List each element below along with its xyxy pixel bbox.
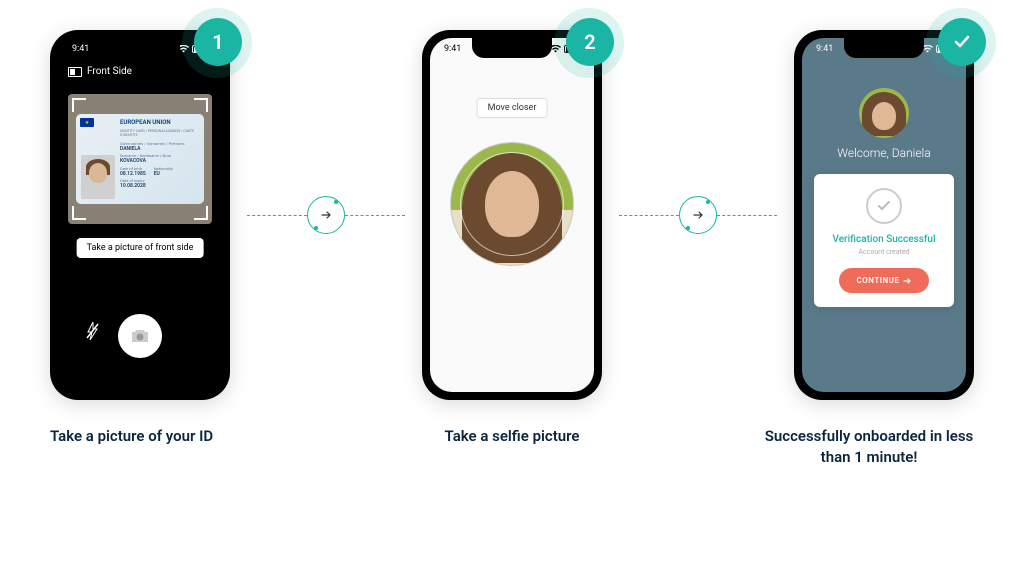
selfie-viewfinder	[450, 142, 574, 266]
arrow-icon	[679, 196, 717, 234]
frame-corner	[194, 206, 208, 220]
success-title: Verification Successful	[824, 234, 944, 245]
id-card-text: EUROPEAN UNION IDENTITY CARD / PERSONALA…	[120, 119, 199, 199]
selfie-tip: Move closer	[477, 98, 548, 118]
id-card: ★ EUROPEAN UNION IDENTITY CARD / PERSONA…	[76, 114, 204, 204]
welcome-text: Welcome, Daniela	[802, 146, 966, 160]
screen-success: 9:41 Welcome, Daniela Verification Succ	[802, 38, 966, 392]
flow-arrow	[619, 196, 777, 234]
step-badge-2: 2	[566, 18, 614, 66]
camera-icon	[130, 328, 150, 344]
instruction-label: Take a picture of front side	[77, 238, 204, 258]
shutter-button[interactable]	[118, 314, 162, 358]
capture-header: Front Side	[68, 66, 132, 77]
arrow-right-icon	[903, 277, 911, 285]
frame-corner	[194, 98, 208, 112]
caption-2: Take a selfie picture	[407, 426, 617, 468]
phone-mockup-1: 9:41 Front Side	[50, 30, 230, 400]
success-subtitle: Account created	[824, 248, 944, 256]
id-title: EUROPEAN UNION	[120, 119, 199, 127]
flash-toggle[interactable]	[86, 322, 100, 344]
step-badge-1: 1	[194, 18, 242, 66]
phone-notch	[472, 38, 552, 58]
captions-row: Take a picture of your ID Take a selfie …	[0, 400, 1024, 468]
step-2: 2 9:41 Move closer	[422, 30, 602, 400]
eu-flag-icon: ★	[80, 118, 94, 127]
check-icon	[951, 31, 973, 53]
success-check-icon	[866, 188, 902, 224]
phone-mockup-3: 9:41 Welcome, Daniela Verification Succ	[794, 30, 974, 400]
capture-side-label: Front Side	[87, 66, 132, 77]
step-badge-check	[938, 18, 986, 66]
phone-mockup-2: 9:41 Move closer	[422, 30, 602, 400]
user-avatar	[859, 88, 909, 138]
caption-3: Successfully onboarded in less than 1 mi…	[764, 426, 974, 468]
id-viewfinder: ★ EUROPEAN UNION IDENTITY CARD / PERSONA…	[68, 94, 212, 224]
frame-corner	[72, 98, 86, 112]
continue-button[interactable]: CONTINUE	[839, 268, 930, 293]
phone-notch	[100, 38, 180, 58]
status-time: 9:41	[816, 44, 833, 54]
status-time: 9:41	[444, 44, 461, 54]
step-1: 1 9:41 Front Side	[50, 30, 230, 400]
flow-arrow	[247, 196, 405, 234]
success-card: Verification Successful Account created …	[814, 174, 954, 307]
screen-selfie: 9:41 Move closer	[430, 38, 594, 392]
phone-notch	[844, 38, 924, 58]
card-icon	[68, 67, 82, 77]
id-photo	[81, 155, 115, 199]
continue-label: CONTINUE	[857, 276, 900, 285]
status-time: 9:41	[72, 44, 89, 54]
frame-corner	[72, 206, 86, 220]
caption-1: Take a picture of your ID	[50, 426, 260, 468]
arrow-icon	[307, 196, 345, 234]
screen-id-capture: 9:41 Front Side	[58, 38, 222, 392]
step-3: 9:41 Welcome, Daniela Verification Succ	[794, 30, 974, 400]
